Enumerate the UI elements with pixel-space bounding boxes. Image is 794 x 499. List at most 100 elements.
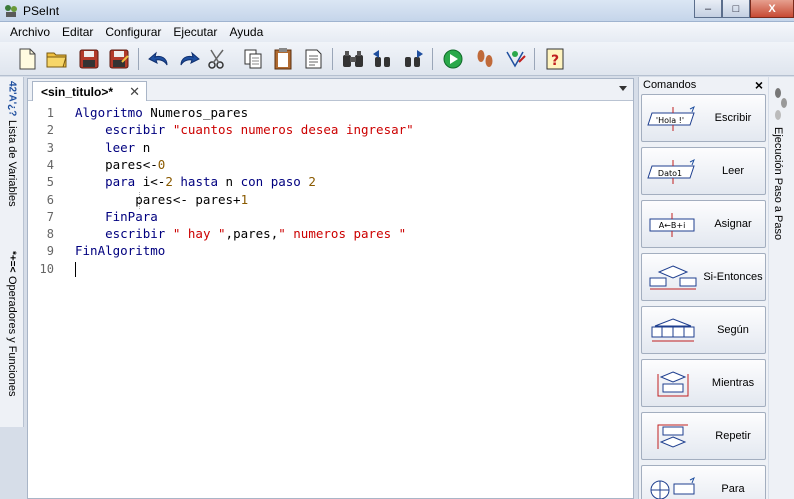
code-line[interactable]: 7 FinPara xyxy=(28,209,633,226)
tab-list-dropdown-icon[interactable] xyxy=(619,86,627,91)
toolbar-separator xyxy=(138,48,139,70)
copy-icon xyxy=(244,49,262,69)
while-loop-icon xyxy=(657,371,689,397)
line-number: 3 xyxy=(46,140,54,155)
code-line[interactable]: 8 escribir " hay ",pares," numeros pares… xyxy=(28,226,633,243)
footprints-icon xyxy=(775,88,787,120)
run-button[interactable] xyxy=(440,46,466,72)
indent-guide xyxy=(139,191,140,209)
line-source: para i<-2 hasta n con paso 2 xyxy=(105,174,316,190)
pseint-app-icon xyxy=(5,5,17,17)
document-lines-icon xyxy=(305,49,322,69)
menu-editar[interactable]: Editar xyxy=(56,22,99,42)
menu-archivo[interactable]: Archivo xyxy=(4,22,56,42)
code-line[interactable]: 2 escribir "cuantos numeros desea ingres… xyxy=(28,122,633,139)
line-source: FinAlgoritmo xyxy=(75,243,166,259)
find-next-button[interactable] xyxy=(400,46,426,72)
find-previous-icon xyxy=(373,50,390,67)
new-file-icon xyxy=(19,48,36,70)
step-by-step-tab[interactable]: Ejecución Paso a Paso xyxy=(772,127,784,240)
find-previous-button[interactable] xyxy=(370,46,396,72)
cmd-para-label: Para xyxy=(721,483,745,495)
line-number: 2 xyxy=(46,123,54,138)
save-as-icon xyxy=(109,49,129,69)
copy-button[interactable] xyxy=(240,46,266,72)
play-icon xyxy=(443,49,463,69)
cmd-leer-label: Leer xyxy=(721,165,745,177)
cmd-mientras-button[interactable]: Mientras xyxy=(641,359,766,407)
save-button[interactable] xyxy=(76,46,102,72)
left-side-panel: 42'A'¿? Lista de Variables *+=< Operador… xyxy=(0,77,24,427)
binoculars-icon xyxy=(343,51,363,67)
open-file-button[interactable] xyxy=(44,46,70,72)
close-window-button[interactable]: X xyxy=(750,0,794,18)
line-number: 8 xyxy=(46,227,54,242)
cmd-repetir-button[interactable]: Repetir xyxy=(641,412,766,460)
cmd-para-button[interactable]: Para xyxy=(641,465,766,499)
cmd-repetir-label: Repetir xyxy=(715,430,751,442)
scissors-icon xyxy=(208,49,224,69)
footprints-icon xyxy=(477,50,493,67)
operators-functions-tab[interactable]: *+=< Operadores y Funciones xyxy=(2,251,22,397)
input-icon: Dato1 xyxy=(647,158,695,184)
cmd-si-entonces-button[interactable]: Si-Entonces xyxy=(641,253,766,301)
line-source: pares<-0 xyxy=(75,156,166,172)
toolbar-separator xyxy=(534,48,535,70)
window-title: PSeInt xyxy=(23,4,60,18)
line-number: 4 xyxy=(46,157,54,172)
debug-button[interactable] xyxy=(502,46,528,72)
line-number: 9 xyxy=(46,244,54,259)
line-source: Algoritmo Numeros_pares xyxy=(75,105,249,120)
line-number: 7 xyxy=(46,209,54,224)
redo-icon xyxy=(180,51,200,66)
line-number: 10 xyxy=(39,261,54,276)
help-button[interactable]: ? xyxy=(542,46,568,72)
operators-functions-label: Operadores y Funciones xyxy=(6,276,18,397)
repeat-loop-icon xyxy=(657,424,688,449)
maximize-button[interactable]: □ xyxy=(722,0,750,18)
line-source: pares<- pares+1 xyxy=(75,191,249,207)
cmd-si-entonces-label: Si-Entonces xyxy=(703,271,763,283)
line-number: 1 xyxy=(46,106,54,120)
undo-button[interactable] xyxy=(146,46,172,72)
help-icon: ? xyxy=(546,48,564,70)
menu-ayuda[interactable]: Ayuda xyxy=(223,22,269,42)
cut-button[interactable] xyxy=(204,46,230,72)
close-commands-icon[interactable]: × xyxy=(755,77,763,93)
code-line[interactable]: 10 xyxy=(28,261,633,278)
cmd-escribir-button[interactable]: 'Hola !' Escribir xyxy=(641,94,766,142)
menu-configurar[interactable]: Configurar xyxy=(99,22,167,42)
step-by-step-button[interactable] xyxy=(472,46,498,72)
close-tab-icon[interactable]: ✕ xyxy=(129,84,140,100)
right-side-panel: Ejecución Paso a Paso xyxy=(769,77,794,499)
output-icon: 'Hola !' xyxy=(647,105,695,131)
input-icon-text: Dato1 xyxy=(658,169,682,178)
tab-label: <sin_titulo>* xyxy=(41,84,114,99)
line-source: escribir " hay ",pares," numeros pares " xyxy=(105,226,407,242)
menu-bar: Archivo Editar Configurar Ejecutar Ayuda xyxy=(0,22,794,42)
code-line[interactable]: 9 FinAlgoritmo xyxy=(28,243,633,260)
code-area[interactable]: 1 Algoritmo Numeros_pares 2 escribir "cuan… xyxy=(28,105,633,495)
code-line[interactable]: 3 leer n xyxy=(28,140,633,157)
cmd-segun-button[interactable]: Según xyxy=(641,306,766,354)
cmd-asignar-button[interactable]: A←B+i Asignar xyxy=(641,200,766,248)
search-button[interactable] xyxy=(340,46,366,72)
variables-list-tab[interactable]: 42'A'¿? Lista de Variables xyxy=(2,81,22,207)
code-line[interactable]: 1 Algoritmo Numeros_pares xyxy=(28,105,633,122)
code-line[interactable]: 5 para i<-2 hasta n con paso 2 xyxy=(28,174,633,191)
undo-icon xyxy=(148,51,168,66)
code-line[interactable]: 6 pares<- pares+1 xyxy=(28,191,633,209)
new-file-button[interactable] xyxy=(14,46,40,72)
output-icon-text: 'Hola !' xyxy=(656,116,684,125)
cmd-segun-label: Según xyxy=(717,324,749,336)
paste-button[interactable] xyxy=(270,46,296,72)
comparison-symbols-icon: *+=< xyxy=(6,251,18,273)
tab-sin-titulo[interactable]: <sin_titulo>* ✕ xyxy=(32,81,147,101)
menu-ejecutar[interactable]: Ejecutar xyxy=(167,22,223,42)
redo-button[interactable] xyxy=(176,46,202,72)
minimize-button[interactable]: – xyxy=(694,0,722,18)
indent-button[interactable] xyxy=(300,46,326,72)
save-as-button[interactable] xyxy=(106,46,132,72)
code-line[interactable]: 4 pares<-0 xyxy=(28,157,633,174)
cmd-leer-button[interactable]: Dato1 Leer xyxy=(641,147,766,195)
